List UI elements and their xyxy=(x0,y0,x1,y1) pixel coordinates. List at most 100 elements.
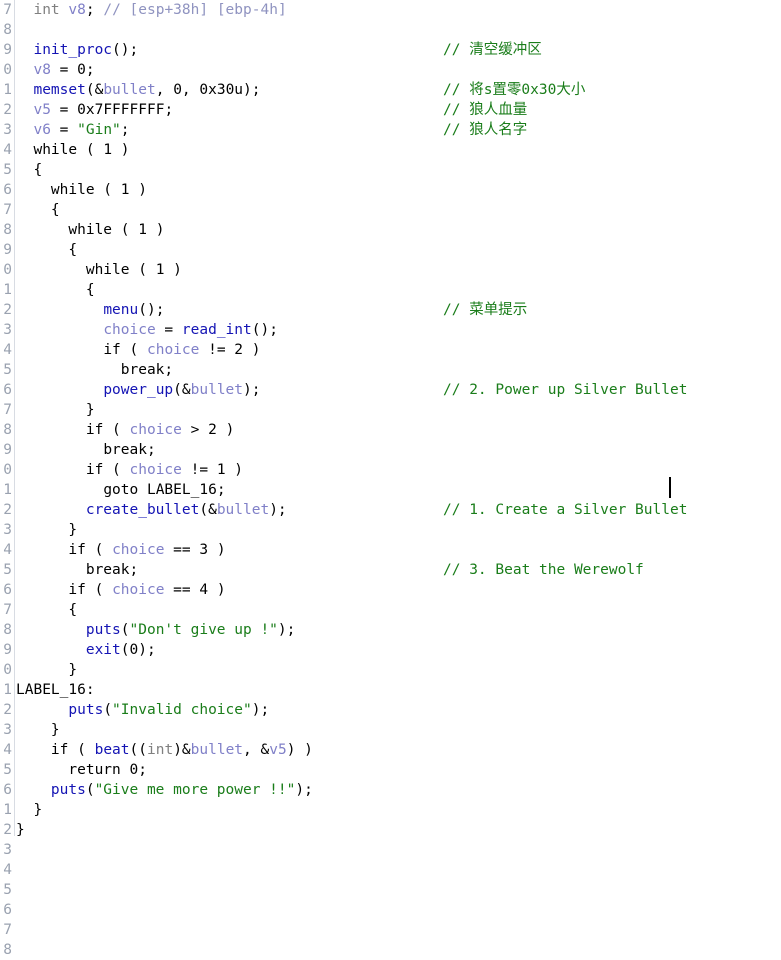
code-line[interactable]: puts("Don't give up !"); xyxy=(16,620,781,640)
line-number: 5 xyxy=(3,882,12,898)
line-number: 8 xyxy=(3,22,12,38)
code-line[interactable]: if ( choice == 4 ) xyxy=(16,580,781,600)
code-token: 0x7FFFFFFF xyxy=(77,102,165,118)
code-line[interactable]: return 0; xyxy=(16,760,781,780)
line-number: 8 xyxy=(3,422,12,438)
code-line[interactable]: puts("Invalid choice"); xyxy=(16,700,781,720)
pseudocode-view[interactable]: 7 8 9 0 1 2 3 4 5 6 7 8 9 0 1 2 3 4 5 6 7 8 9 0 1 2 3 4 5 6 7 8 9 0 1 2 3 4 5 6… xyxy=(0,0,781,958)
code-token: v8 xyxy=(68,2,86,18)
code-token: > xyxy=(181,422,209,438)
line-number: 6 xyxy=(3,382,12,398)
code-line[interactable]: break; xyxy=(16,360,781,380)
code-line[interactable]: v8 = 0; xyxy=(16,60,781,80)
line-number: 9 xyxy=(3,642,12,658)
code-line[interactable]: { xyxy=(16,200,781,220)
code-token: v5 xyxy=(33,102,51,118)
code-line[interactable]: if ( choice != 2 ) xyxy=(16,340,781,360)
code-token: ( xyxy=(85,582,113,598)
code-token: 2 xyxy=(234,342,244,358)
code-line[interactable]: break; xyxy=(16,440,781,460)
code-line[interactable]: if ( choice > 2 ) xyxy=(16,420,781,440)
code-token: puts xyxy=(50,782,86,798)
code-line[interactable]: if ( choice == 3 ) xyxy=(16,540,781,560)
line-number: 3 xyxy=(3,722,12,738)
code-line[interactable]: } xyxy=(16,400,781,420)
code-token: ) xyxy=(146,222,165,238)
code-token: LABEL_16 xyxy=(146,482,217,498)
code-line[interactable]: } xyxy=(16,660,781,680)
code-line[interactable]: while ( 1 ) xyxy=(16,260,781,280)
code-line[interactable]: { xyxy=(16,160,781,180)
code-line[interactable] xyxy=(16,20,781,40)
code-token: } xyxy=(16,402,95,418)
code-text-area[interactable]: int v8; // [esp+38h] [ebp-4h] init_proc(… xyxy=(16,0,781,838)
code-line[interactable]: choice = read_int(); xyxy=(16,320,781,340)
code-line[interactable]: init_proc(); // 清空缓冲区 xyxy=(16,40,781,60)
line-number: 0 xyxy=(3,462,12,478)
code-token: ( xyxy=(129,262,156,278)
code-token: 0x30u xyxy=(199,82,244,98)
code-token: { xyxy=(16,602,78,618)
code-line[interactable]: if ( choice != 1 ) xyxy=(16,460,781,480)
code-token: ; xyxy=(216,482,226,498)
code-line[interactable]: } xyxy=(16,520,781,540)
code-token: 1 xyxy=(216,462,226,478)
code-token: (& xyxy=(85,82,104,98)
code-line[interactable]: { xyxy=(16,600,781,620)
code-line[interactable]: LABEL_16: xyxy=(16,680,781,700)
line-number: 1 xyxy=(3,682,12,698)
code-line[interactable]: memset(&bullet, 0, 0x30u); // 将s置零0x30大小 xyxy=(16,80,781,100)
code-token: ; xyxy=(120,122,130,138)
line-number: 3 xyxy=(3,842,12,858)
code-token: 1 xyxy=(103,142,113,158)
line-number: 7 xyxy=(3,202,12,218)
code-line[interactable]: } xyxy=(16,720,781,740)
code-token: ) xyxy=(208,542,226,558)
code-line[interactable]: { xyxy=(16,240,781,260)
line-number: 9 xyxy=(3,442,12,458)
code-token: int xyxy=(146,742,174,758)
code-line[interactable]: menu(); // 菜单提示 xyxy=(16,300,781,320)
code-line[interactable]: create_bullet(&bullet); // 1. Create a Si… xyxy=(16,500,781,520)
code-line[interactable]: } xyxy=(16,800,781,820)
line-number: 7 xyxy=(3,602,12,618)
code-line[interactable]: } xyxy=(16,820,781,840)
code-line[interactable]: while ( 1 ) xyxy=(16,140,781,160)
code-line[interactable]: { xyxy=(16,280,781,300)
code-token: ); xyxy=(138,642,156,658)
code-line[interactable]: break; // 3. Beat the Werewolf xyxy=(16,560,781,580)
code-line[interactable]: power_up(&bullet); // 2. Power up Silver … xyxy=(16,380,781,400)
code-token: = xyxy=(50,62,78,78)
side-comment: // 清空缓冲区 xyxy=(443,42,542,58)
side-comment: // 2. Power up Silver Bullet xyxy=(443,382,688,398)
code-line[interactable]: if ( beat((int)&bullet, &v5) ) xyxy=(16,740,781,760)
code-line[interactable]: puts("Give me more power !!"); xyxy=(16,780,781,800)
line-number: 6 xyxy=(3,902,12,918)
code-line[interactable]: int v8; // [esp+38h] [ebp-4h] xyxy=(16,0,781,20)
code-line[interactable]: goto LABEL_16; xyxy=(16,480,781,500)
code-token: ) xyxy=(129,182,147,198)
code-token: power_up xyxy=(103,382,174,398)
code-token: (& xyxy=(199,502,217,518)
code-token: choice xyxy=(129,422,182,438)
line-number: 3 xyxy=(3,322,12,338)
code-line[interactable]: v5 = 0x7FFFFFFF; // 狼人血量 xyxy=(16,100,781,120)
code-line[interactable]: while ( 1 ) xyxy=(16,180,781,200)
code-token: choice xyxy=(129,462,182,478)
code-token: choice xyxy=(112,582,165,598)
code-token: (); xyxy=(112,42,139,58)
line-number: 1 xyxy=(3,482,12,498)
code-line[interactable]: while ( 1 ) xyxy=(16,220,781,240)
line-number: 5 xyxy=(3,562,12,578)
code-line[interactable]: v6 = "Gin"; // 狼人名字 xyxy=(16,120,781,140)
code-line[interactable]: exit(0); xyxy=(16,640,781,660)
